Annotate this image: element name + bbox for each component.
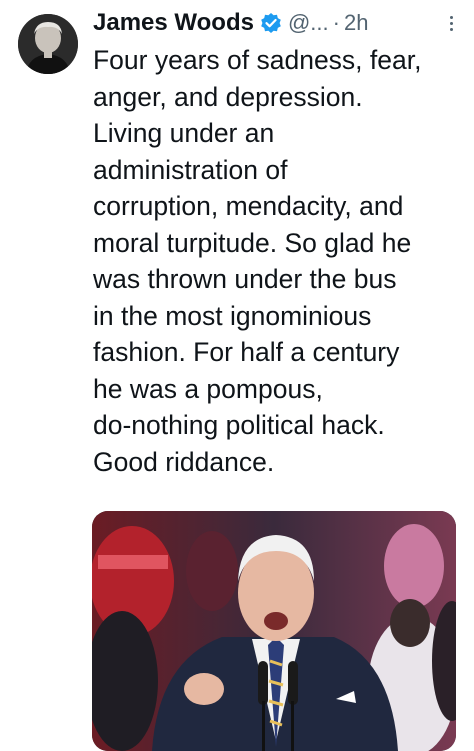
tweet-text-line: fashion. For half a century [93, 337, 400, 367]
tweet-text-line: he was a pompous, [93, 373, 323, 404]
author-name[interactable]: James Woods [93, 9, 254, 37]
verified-badge-icon [260, 12, 282, 34]
author-handle[interactable]: @... [288, 10, 329, 36]
more-options-icon[interactable] [442, 12, 460, 34]
tweet-text-line: corruption, mendacity, and [93, 191, 404, 221]
tweet-text-line: administration of [93, 154, 288, 185]
tweet-header: James Woods @... · 2h [93, 6, 460, 40]
tweet-text-line: Living under an [93, 118, 275, 148]
avatar[interactable] [18, 14, 78, 74]
tweet-photo[interactable] [92, 511, 456, 751]
tweet-timestamp[interactable]: 2h [344, 10, 368, 36]
separator-dot: · [332, 10, 340, 35]
tweet-text-line: do-nothing political hack. [93, 410, 385, 440]
tweet-text-line: anger, and depression. [93, 81, 363, 112]
tweet-text-line: moral turpitude. So glad he [93, 227, 412, 258]
tweet-text-line: Good riddance. [93, 446, 275, 477]
tweet-text-line: in the most ignominious [93, 300, 372, 331]
tweet-text-line: Four years of sadness, fear, [93, 45, 422, 75]
tweet-text: Four years of sadness, fear, anger, and … [93, 42, 463, 480]
tweet-text-line: was thrown under the bus [93, 264, 397, 294]
